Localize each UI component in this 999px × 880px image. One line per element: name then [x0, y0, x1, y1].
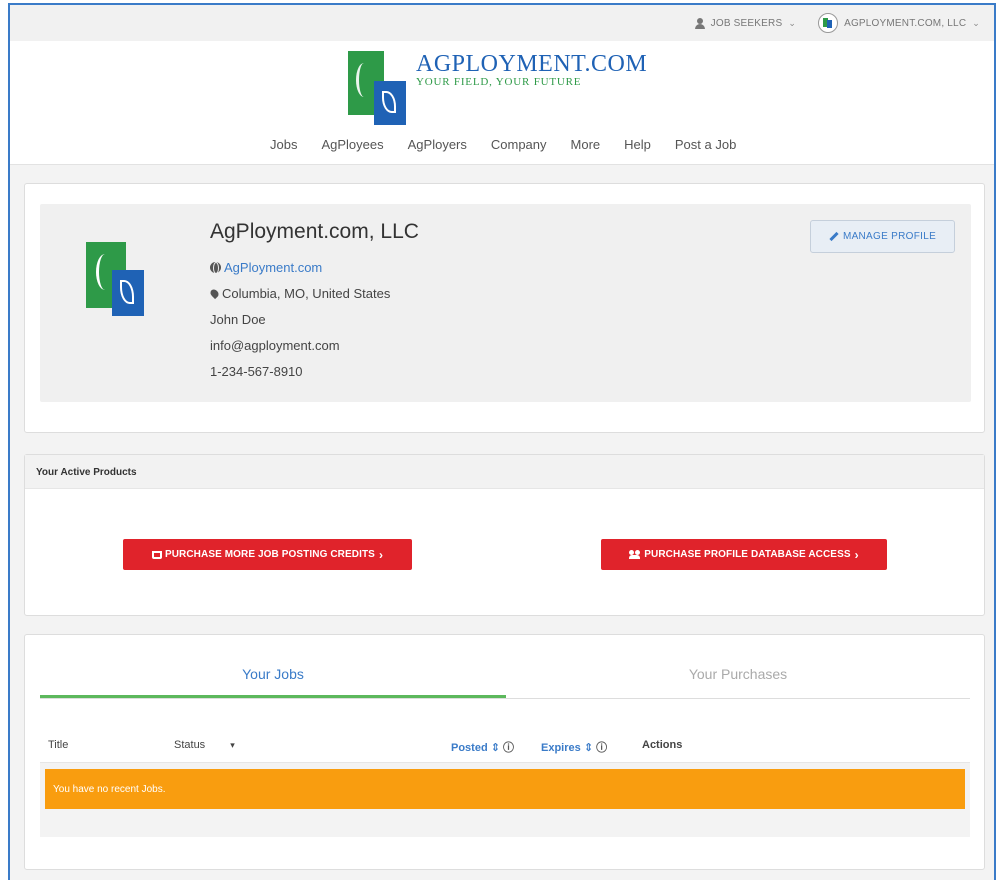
utility-bar: JOB SEEKERS ⌄ AGPLOYMENT.COM, LLC ⌄	[10, 5, 994, 41]
agployment-logo-icon	[344, 45, 412, 125]
nav-post-a-job[interactable]: Post a Job	[663, 137, 748, 152]
purchase-database-access-button[interactable]: PURCHASE PROFILE DATABASE ACCESS ›	[601, 539, 887, 570]
nav-agployees[interactable]: AgPloyees	[309, 137, 395, 152]
sort-icon: ⇕	[583, 742, 594, 754]
location-text: Columbia, MO, United States	[222, 286, 391, 301]
site-logo[interactable]: AGPLOYMENT.COM YOUR FIELD, YOUR FUTURE	[344, 45, 648, 125]
sort-posted[interactable]: Posted ⇕ ⓘ	[451, 739, 514, 755]
chevron-down-icon: ⌄	[788, 17, 797, 28]
job-seekers-label: JOB SEEKERS	[710, 17, 783, 29]
nav-help[interactable]: Help	[612, 137, 663, 152]
globe-icon	[210, 262, 221, 274]
main-nav: Jobs AgPloyees AgPloyers Company More He…	[258, 137, 748, 152]
info-icon[interactable]: ⓘ	[596, 742, 607, 754]
nav-agployers[interactable]: AgPloyers	[396, 137, 479, 152]
users-icon	[629, 550, 641, 559]
company-logo-icon	[86, 242, 158, 322]
map-pin-icon	[208, 287, 221, 300]
tab-your-purchases[interactable]: Your Purchases	[506, 663, 970, 698]
column-title: Title	[48, 739, 69, 751]
website-text: AgPloyment.com	[224, 260, 323, 275]
nav-company[interactable]: Company	[479, 137, 559, 152]
browser-frame: JOB SEEKERS ⌄ AGPLOYMENT.COM, LLC ⌄ AGPL…	[8, 3, 996, 880]
purchase-db-label: PURCHASE PROFILE DATABASE ACCESS	[644, 549, 851, 560]
contact-phone: 1-234-567-8910	[210, 364, 303, 379]
column-posted: Posted	[451, 742, 488, 754]
nav-jobs[interactable]: Jobs	[258, 137, 309, 152]
tab-your-jobs[interactable]: Your Jobs	[40, 663, 506, 698]
pencil-icon	[829, 231, 839, 242]
dropdown-caret-icon: ▾	[230, 740, 235, 750]
profile-summary: AgPloyment.com, LLC AgPloyment.com Colum…	[40, 204, 971, 402]
purchase-credits-label: PURCHASE MORE JOB POSTING CREDITS	[164, 549, 375, 560]
company-profile-card: AgPloyment.com, LLC AgPloyment.com Colum…	[24, 183, 985, 433]
column-expires: Expires	[541, 742, 581, 754]
company-avatar	[818, 13, 839, 33]
person-icon	[694, 17, 705, 29]
column-status: Status	[174, 739, 206, 751]
job-seekers-menu[interactable]: JOB SEEKERS ⌄	[694, 17, 797, 29]
company-name: AgPloyment.com, LLC	[210, 220, 419, 243]
site-header: AGPLOYMENT.COM YOUR FIELD, YOUR FUTURE J…	[10, 41, 994, 165]
company-website-link[interactable]: AgPloyment.com	[210, 260, 322, 275]
manage-profile-label: MANAGE PROFILE	[842, 231, 937, 242]
status-filter[interactable]: Status ▾	[174, 739, 235, 751]
sort-icon: ⇕	[490, 742, 500, 754]
chevron-down-icon: ⌄	[972, 17, 980, 28]
jobs-tabs: Your Jobs Your Purchases	[40, 663, 970, 699]
empty-jobs-alert: You have no recent Jobs.	[45, 769, 965, 809]
sort-expires[interactable]: Expires ⇕ ⓘ	[541, 739, 607, 755]
chevron-right-icon: ›	[854, 547, 859, 562]
company-account-menu[interactable]: AGPLOYMENT.COM, LLC ⌄	[818, 13, 980, 33]
contact-name: John Doe	[210, 312, 266, 327]
shopping-cart-icon	[151, 550, 162, 559]
column-actions: Actions	[642, 739, 683, 751]
jobs-table: Title Status ▾ Posted ⇕ ⓘ Expires ⇕ ⓘ Ac…	[40, 727, 970, 837]
logo-title: AGPLOYMENT.COM	[416, 51, 648, 77]
chevron-right-icon: ›	[378, 547, 384, 562]
active-products-card: Your Active Products PURCHASE MORE JOB P…	[24, 454, 985, 616]
table-header: Title Status ▾ Posted ⇕ ⓘ Expires ⇕ ⓘ Ac…	[40, 727, 970, 763]
info-icon[interactable]: ⓘ	[503, 742, 514, 754]
company-account-label: AGPLOYMENT.COM, LLC	[844, 17, 967, 29]
company-location: Columbia, MO, United States	[208, 286, 391, 301]
active-products-header: Your Active Products	[25, 455, 984, 489]
jobs-card: Your Jobs Your Purchases Title Status ▾ …	[24, 634, 985, 870]
purchase-job-credits-button[interactable]: PURCHASE MORE JOB POSTING CREDITS ›	[123, 539, 412, 570]
manage-profile-button[interactable]: MANAGE PROFILE	[810, 220, 955, 253]
nav-more[interactable]: More	[559, 137, 613, 152]
contact-email: info@agployment.com	[210, 338, 340, 353]
